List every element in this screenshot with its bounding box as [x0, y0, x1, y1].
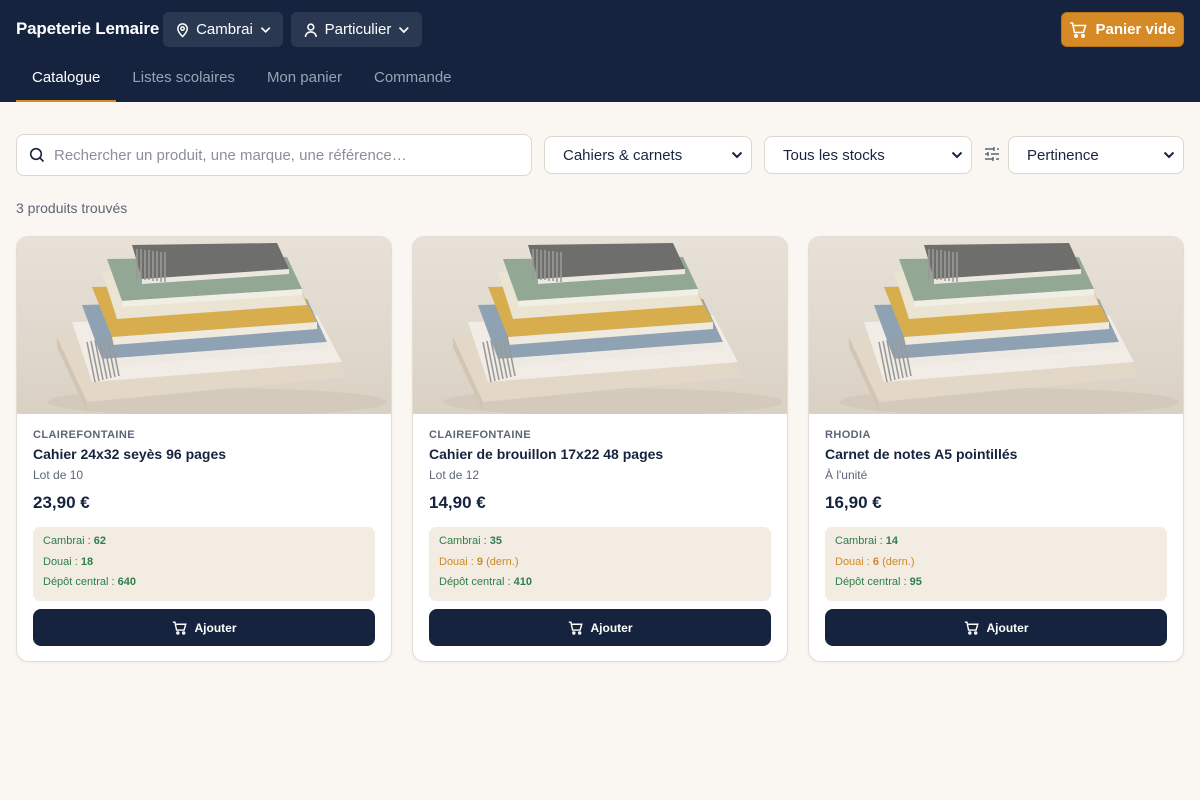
stock-line: Cambrai : 14	[835, 535, 1157, 556]
stock-availability: Cambrai : 62 Douai : 18 Dépôt central : 64…	[33, 527, 375, 601]
cart-icon	[172, 620, 187, 635]
stock-line: Douai : 18	[43, 556, 365, 577]
product-brand: CLAIREFONTAINE	[429, 429, 531, 441]
sort-select[interactable]: Pertinence	[1008, 136, 1184, 174]
category-value: Cahiers & carnets	[563, 146, 683, 164]
product-price: 14,90 €	[429, 493, 486, 512]
product-image	[413, 237, 787, 414]
stock-location: Douai :	[439, 555, 474, 568]
product-image	[809, 237, 1183, 414]
notebook-stack-image	[17, 237, 391, 414]
stock-location: Dépôt central :	[43, 576, 115, 588]
stock-value: Tous les stocks	[783, 146, 885, 164]
chevron-down-icon	[951, 151, 963, 159]
stock-quantity: 6	[872, 555, 880, 568]
stock-quantity: 62	[93, 535, 106, 547]
chevron-down-icon	[731, 151, 743, 159]
stock-location: Cambrai :	[835, 535, 883, 547]
stock-line: Cambrai : 62	[43, 535, 365, 556]
stock-quantity: 9	[476, 555, 484, 568]
chevron-down-icon	[1163, 151, 1175, 159]
stock-line: Dépôt central : 410	[439, 576, 761, 597]
cart-button[interactable]: Panier vide	[1061, 12, 1184, 47]
location-pin-icon	[177, 22, 188, 38]
add-to-cart-button[interactable]: Ajouter	[825, 609, 1167, 646]
search-box	[16, 134, 532, 176]
profile-selector[interactable]: Particulier	[291, 12, 422, 47]
product-title[interactable]: Cahier de brouillon 17x22 48 pages	[429, 446, 663, 462]
stock-line: Dépôt central : 95	[835, 576, 1157, 597]
main-tabs: Catalogue Listes scolaires Mon panier Co…	[16, 58, 468, 102]
product-lot: À l'unité	[825, 468, 868, 482]
stock-quantity: 14	[885, 535, 898, 547]
search-input[interactable]	[54, 146, 514, 164]
stock-quantity: 35	[489, 535, 502, 547]
cart-icon	[964, 620, 979, 635]
stock-location: Dépôt central :	[439, 576, 511, 588]
product-title[interactable]: Carnet de notes A5 pointillés	[825, 446, 1017, 462]
add-to-cart-button[interactable]: Ajouter	[33, 609, 375, 646]
sliders-icon[interactable]	[984, 146, 1000, 162]
stock-location: Cambrai :	[439, 535, 487, 547]
product-card[interactable]: CLAIREFONTAINE Cahier 24x32 seyès 96 pag…	[16, 236, 392, 662]
add-to-cart-label: Ajouter	[986, 620, 1029, 635]
product-lot: Lot de 12	[429, 468, 480, 482]
store-selector[interactable]: Cambrai	[163, 12, 283, 47]
add-to-cart-button[interactable]: Ajouter	[429, 609, 771, 646]
store-label: Cambrai	[196, 21, 253, 38]
product-price: 23,90 €	[33, 493, 90, 512]
stock-note: (dern.)	[486, 555, 519, 568]
chevron-down-icon	[260, 26, 271, 33]
brand-name[interactable]: Papeterie Lemaire	[16, 19, 159, 39]
category-select[interactable]: Cahiers & carnets	[544, 136, 752, 174]
stock-quantity: 95	[909, 576, 922, 588]
sort-value: Pertinence	[1027, 146, 1099, 164]
cart-icon	[568, 620, 583, 635]
stock-note: (dern.)	[882, 555, 915, 568]
add-to-cart-label: Ajouter	[590, 620, 633, 635]
product-brand: RHODIA	[825, 429, 871, 441]
stock-quantity: 410	[513, 576, 532, 588]
stock-location: Dépôt central :	[835, 576, 907, 588]
tab-mon-panier[interactable]: Mon panier	[251, 58, 358, 102]
cart-label: Panier vide	[1095, 21, 1176, 38]
product-lot: Lot de 10	[33, 468, 84, 482]
tab-catalogue[interactable]: Catalogue	[16, 58, 117, 102]
tab-listes-scolaires[interactable]: Listes scolaires	[116, 58, 251, 102]
notebook-stack-image	[809, 237, 1183, 414]
results-count: 3 produits trouvés	[16, 200, 128, 216]
tab-commande[interactable]: Commande	[358, 58, 468, 102]
stock-line: Douai : 9 (dern.)	[439, 556, 761, 577]
stock-location: Douai :	[43, 555, 78, 568]
product-title[interactable]: Cahier 24x32 seyès 96 pages	[33, 446, 226, 462]
stock-quantity: 18	[80, 555, 94, 568]
stock-location: Cambrai :	[43, 535, 91, 547]
stock-line: Douai : 6 (dern.)	[835, 556, 1157, 577]
product-brand: CLAIREFONTAINE	[33, 429, 135, 441]
top-header: Papeterie Lemaire Cambrai Particulier Pa…	[0, 0, 1200, 102]
stock-line: Cambrai : 35	[439, 535, 761, 556]
stock-line: Dépôt central : 640	[43, 576, 365, 597]
stock-location: Douai :	[835, 555, 870, 568]
product-card[interactable]: CLAIREFONTAINE Cahier de brouillon 17x22…	[412, 236, 788, 662]
cart-icon	[1070, 21, 1088, 38]
product-price: 16,90 €	[825, 493, 882, 512]
stock-availability: Cambrai : 14 Douai : 6 (dern.) Dépôt centr…	[825, 527, 1167, 601]
stock-availability: Cambrai : 35 Douai : 9 (dern.) Dépôt centr…	[429, 527, 771, 601]
product-card[interactable]: RHODIA Carnet de notes A5 pointillés À l…	[808, 236, 1184, 662]
search-icon	[29, 147, 45, 163]
user-icon	[304, 22, 317, 37]
notebook-stack-image	[413, 237, 787, 414]
add-to-cart-label: Ajouter	[194, 620, 237, 635]
stock-select[interactable]: Tous les stocks	[764, 136, 972, 174]
profile-label: Particulier	[324, 21, 392, 38]
product-image	[17, 237, 391, 414]
chevron-down-icon	[399, 26, 410, 33]
stock-quantity: 640	[117, 576, 136, 588]
